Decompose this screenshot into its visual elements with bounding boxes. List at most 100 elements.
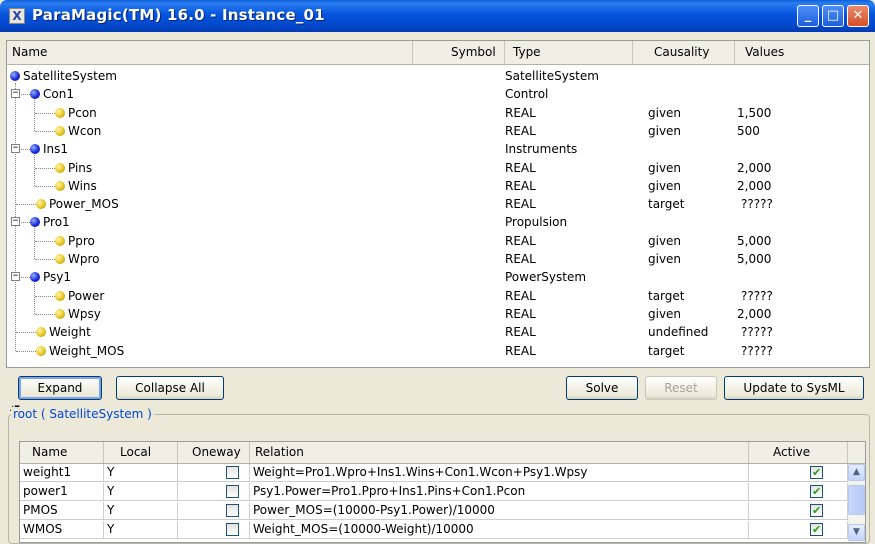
active-checkbox[interactable] bbox=[810, 464, 823, 481]
column-header-type[interactable]: Type bbox=[505, 41, 633, 64]
tree-row-pins[interactable]: Pins REAL given 2,000 bbox=[7, 159, 869, 177]
value-cell: ????? bbox=[741, 288, 773, 303]
oneway-checkbox[interactable] bbox=[226, 523, 239, 536]
active-checkbox[interactable] bbox=[810, 483, 823, 500]
value-cell: 5,000 bbox=[737, 233, 772, 248]
tree-row-wpsy[interactable]: Wpsy REAL given 2,000 bbox=[7, 305, 869, 323]
relations-table[interactable]: Name Local Oneway Relation Active weight… bbox=[19, 441, 866, 543]
tree-row-ins1[interactable]: − Ins1 Instruments bbox=[7, 140, 869, 158]
causality-cell: target bbox=[648, 288, 685, 303]
relation-name-cell: power1 bbox=[20, 483, 104, 500]
paramagic-app-icon[interactable]: X bbox=[9, 8, 25, 24]
collapse-all-button[interactable]: Collapse All bbox=[116, 376, 224, 400]
column-header-symbol[interactable]: Symbol bbox=[413, 41, 505, 64]
relation-oneway-cell[interactable] bbox=[178, 502, 250, 519]
collapse-toggle-icon[interactable]: − bbox=[11, 217, 20, 227]
type-cell: REAL bbox=[505, 197, 536, 212]
relation-local-cell: Y bbox=[104, 483, 178, 500]
relation-row-pmos[interactable]: PMOS Y Power_MOS=(10000-Psy1.Power)/10000 bbox=[20, 502, 848, 520]
scroll-down-icon[interactable]: ▼ bbox=[848, 524, 865, 541]
scroll-up-icon[interactable]: ▲ bbox=[848, 464, 865, 481]
value-property-icon bbox=[55, 125, 65, 136]
tree-row-wcon[interactable]: Wcon REAL given 500 bbox=[7, 122, 869, 140]
relations-header-relation[interactable]: Relation bbox=[250, 442, 749, 463]
tree-row-psy1[interactable]: − Psy1 PowerSystem bbox=[7, 268, 869, 286]
value-cell: ????? bbox=[741, 325, 773, 340]
oneway-checkbox[interactable] bbox=[226, 466, 239, 479]
tree-row-satellitesystem[interactable]: SatelliteSystem SatelliteSystem bbox=[7, 67, 869, 85]
tree-row-weight[interactable]: Weight REAL undefined????? bbox=[7, 323, 869, 341]
type-cell: REAL bbox=[505, 123, 536, 138]
active-checkbox[interactable] bbox=[810, 521, 823, 538]
tree-row-power-mos[interactable]: Power_MOS REAL target????? bbox=[7, 195, 869, 213]
relations-header-active[interactable]: Active bbox=[749, 442, 848, 463]
collapse-toggle-icon[interactable]: − bbox=[11, 144, 20, 154]
reset-button[interactable]: Reset bbox=[645, 376, 717, 400]
tree-row-pro1[interactable]: − Pro1 Propulsion bbox=[7, 213, 869, 231]
relations-header-row: Name Local Oneway Relation Active bbox=[20, 442, 865, 464]
tree-connector-line bbox=[16, 332, 38, 334]
tree-row-wins[interactable]: Wins REAL given 2,000 bbox=[7, 177, 869, 195]
relations-scrollbar[interactable]: ▲ ▼ bbox=[848, 464, 865, 542]
relation-oneway-cell[interactable] bbox=[178, 464, 250, 481]
relation-row-power1[interactable]: power1 Y Psy1.Power=Pro1.Ppro+Ins1.Pins+Co… bbox=[20, 483, 848, 501]
minimize-button[interactable]: _ bbox=[797, 5, 819, 27]
tree-connector-line bbox=[35, 259, 57, 260]
relations-header-local[interactable]: Local bbox=[104, 442, 178, 463]
tree-node-label: Con1 bbox=[43, 87, 74, 102]
relation-oneway-cell[interactable] bbox=[178, 483, 250, 500]
oneway-checkbox[interactable] bbox=[226, 504, 239, 517]
tree-connector-line bbox=[35, 313, 57, 315]
tree-node-label: Wins bbox=[68, 178, 97, 193]
part-node-icon bbox=[30, 144, 40, 155]
causality-cell: given bbox=[648, 105, 682, 120]
type-cell: Control bbox=[505, 87, 549, 102]
model-tree-table[interactable]: Name Symbol Type Causality Values Satell… bbox=[6, 40, 870, 368]
relation-oneway-cell[interactable] bbox=[178, 521, 250, 538]
tree-node-label: Ins1 bbox=[43, 142, 69, 157]
collapse-toggle-icon[interactable]: − bbox=[11, 89, 20, 99]
tree-row-pcon[interactable]: Pcon REAL given 1,500 bbox=[7, 104, 869, 122]
relation-local-cell: Y bbox=[104, 521, 178, 538]
collapse-toggle-icon[interactable]: − bbox=[11, 272, 20, 282]
scroll-thumb[interactable] bbox=[848, 485, 865, 515]
value-cell: 2,000 bbox=[737, 306, 772, 321]
relations-header-oneway[interactable]: Oneway bbox=[178, 442, 250, 463]
solve-button[interactable]: Solve bbox=[566, 376, 638, 400]
relations-header-name[interactable]: Name bbox=[20, 442, 104, 463]
relation-active-cell[interactable] bbox=[749, 483, 848, 500]
tree-connector-line bbox=[35, 167, 57, 169]
relation-row-weight1[interactable]: weight1 Y Weight=Pro1.Wpro+Ins1.Wins+Con1.… bbox=[20, 464, 848, 482]
column-header-name[interactable]: Name bbox=[7, 41, 413, 64]
maximize-button[interactable]: □ bbox=[822, 5, 844, 27]
tree-row-wpro[interactable]: Wpro REAL given 5,000 bbox=[7, 250, 869, 268]
relation-active-cell[interactable] bbox=[749, 521, 848, 538]
tree-row-weight-mos[interactable]: Weight_MOS REAL target????? bbox=[7, 342, 869, 360]
column-header-causality[interactable]: Causality bbox=[633, 41, 735, 64]
update-to-sysml-button[interactable]: Update to SysML bbox=[724, 376, 864, 400]
tree-connector-line bbox=[35, 130, 57, 132]
type-cell: REAL bbox=[505, 178, 536, 193]
relation-row-wmos[interactable]: WMOS Y Weight_MOS=(10000-Weight)/10000 bbox=[20, 521, 848, 539]
type-cell: Propulsion bbox=[505, 215, 568, 230]
causality-cell: given bbox=[648, 233, 682, 248]
value-property-icon bbox=[55, 235, 65, 246]
expand-button[interactable]: Expand bbox=[18, 376, 102, 400]
type-cell: SatelliteSystem bbox=[505, 69, 599, 83]
tree-row-ppro[interactable]: Ppro REAL given 5,000 bbox=[7, 232, 869, 250]
tree-row-con1[interactable]: − Con1 Control bbox=[7, 85, 869, 103]
oneway-checkbox[interactable] bbox=[226, 485, 239, 498]
part-node-icon bbox=[30, 89, 40, 100]
active-checkbox[interactable] bbox=[810, 502, 823, 519]
relation-active-cell[interactable] bbox=[749, 502, 848, 519]
relation-expression-cell: Weight=Pro1.Wpro+Ins1.Wins+Con1.Wcon+Psy… bbox=[250, 464, 749, 481]
value-cell: 500 bbox=[737, 123, 760, 138]
title-bar[interactable]: X ParaMagic(TM) 16.0 - Instance_01 _ □ ✕ bbox=[0, 0, 875, 32]
type-cell: REAL bbox=[505, 252, 536, 266]
relation-active-cell[interactable] bbox=[749, 464, 848, 481]
window-title: ParaMagic(TM) 16.0 - Instance_01 bbox=[32, 6, 325, 24]
close-button[interactable]: ✕ bbox=[847, 5, 869, 27]
tree-row-power[interactable]: Power REAL target????? bbox=[7, 287, 869, 305]
relation-local-cell: Y bbox=[104, 502, 178, 519]
column-header-values[interactable]: Values bbox=[735, 41, 869, 64]
